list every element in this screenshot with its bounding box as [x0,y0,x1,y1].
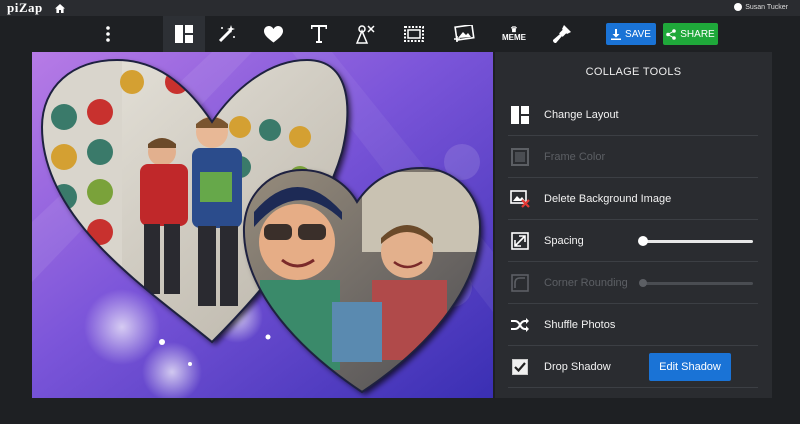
collage-image [32,52,493,402]
delete-image-icon [510,189,530,209]
corner-rounding-slider [639,279,753,287]
checkbox-checked-icon[interactable] [510,357,530,377]
spacing-slider-handle[interactable] [638,236,648,246]
border-icon[interactable] [393,16,435,52]
share-icon [666,28,677,40]
layout-icon[interactable] [163,16,205,52]
spacing-option: Spacing [508,220,758,262]
frame-color-label: Frame Color [544,150,606,163]
shuffle-icon [510,315,530,335]
user-account[interactable]: Susan Tucker [734,3,788,11]
spacing-slider[interactable] [638,236,753,246]
delete-background-label: Delete Background Image [544,192,672,205]
corner-rounding-slider-handle [639,279,647,287]
text-icon[interactable] [298,16,340,52]
change-layout-option[interactable]: Change Layout [508,94,758,136]
paint-brush-icon[interactable] [541,16,583,52]
more-icon[interactable] [87,16,129,52]
stickers-icon[interactable] [344,16,386,52]
save-label: SAVE [625,28,651,40]
add-photo-icon[interactable] [443,16,485,52]
corner-rounding-label: Corner Rounding [544,276,628,289]
corner-rounding-option: Corner Rounding [508,262,758,304]
change-layout-label: Change Layout [544,108,619,121]
pizap-logo[interactable]: piZap [7,0,43,16]
heart-icon[interactable] [252,16,294,52]
layout-icon [510,105,530,125]
frame-color-option: Frame Color [508,136,758,178]
edit-shadow-button[interactable]: Edit Shadow [649,353,731,381]
spacing-label: Spacing [544,234,584,247]
magic-wand-icon[interactable] [205,16,247,52]
meme-label: MEME [502,33,526,42]
collage-canvas[interactable] [32,52,493,402]
delete-background-option[interactable]: Delete Background Image [508,178,758,220]
shuffle-photos-label: Shuffle Photos [544,318,616,331]
download-icon [611,28,622,40]
panel-title: COLLAGE TOOLS [585,66,682,78]
user-name: Susan Tucker [745,3,788,11]
avatar [734,3,743,11]
collage-tools-panel: COLLAGE TOOLS Change Layout Frame Color … [495,52,772,398]
share-label: SHARE [680,28,715,40]
save-button[interactable]: SAVE [606,23,656,45]
drop-shadow-option: Drop Shadow Edit Shadow [508,346,758,388]
corner-rounding-icon [510,273,530,293]
expand-icon [510,231,530,251]
meme-icon[interactable]: ♛ MEME [493,16,535,52]
top-bar: piZap Susan Tucker [0,0,800,16]
color-swatch-icon [510,147,530,167]
share-button[interactable]: SHARE [663,23,718,45]
home-icon[interactable] [54,3,65,13]
drop-shadow-label: Drop Shadow [544,360,611,373]
shuffle-photos-option[interactable]: Shuffle Photos [508,304,758,346]
